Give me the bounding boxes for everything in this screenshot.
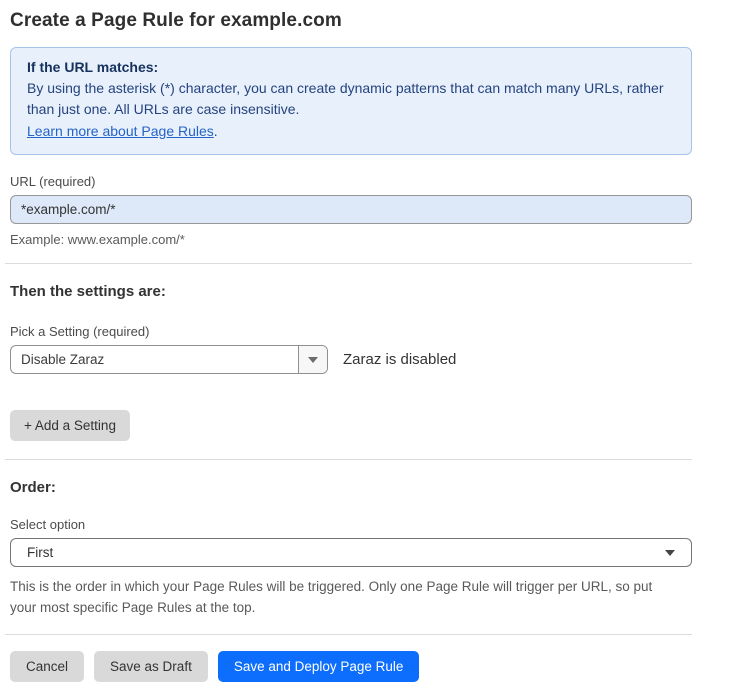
setting-dropdown-value: Disable Zaraz — [11, 346, 298, 373]
learn-more-link[interactable]: Learn more about Page Rules — [27, 123, 214, 139]
order-select-value: First — [27, 545, 53, 560]
order-helper-text: This is the order in which your Page Rul… — [10, 576, 680, 618]
divider — [5, 263, 692, 264]
order-select[interactable]: First — [10, 538, 692, 567]
caret-down-icon — [308, 357, 318, 363]
info-box-link-line: Learn more about Page Rules. — [27, 121, 675, 142]
info-box-body: By using the asterisk (*) character, you… — [27, 78, 675, 120]
page-rule-form: Create a Page Rule for example.com If th… — [10, 10, 692, 682]
setting-picker-label: Pick a Setting (required) — [10, 324, 692, 339]
setting-dropdown[interactable]: Disable Zaraz — [10, 345, 328, 374]
caret-down-icon — [665, 550, 675, 556]
cancel-button[interactable]: Cancel — [10, 651, 84, 682]
url-field-label: URL (required) — [10, 174, 692, 189]
form-actions: Cancel Save as Draft Save and Deploy Pag… — [10, 651, 692, 682]
order-section-heading: Order: — [10, 479, 692, 496]
info-box-heading: If the URL matches: — [27, 59, 675, 75]
save-draft-button[interactable]: Save as Draft — [94, 651, 208, 682]
url-match-info-box: If the URL matches: By using the asteris… — [10, 47, 692, 155]
setting-status-text: Zaraz is disabled — [343, 351, 456, 368]
divider — [5, 634, 692, 635]
setting-row: Disable Zaraz Zaraz is disabled — [10, 345, 692, 374]
order-select-label: Select option — [10, 517, 692, 532]
save-deploy-button[interactable]: Save and Deploy Page Rule — [218, 651, 420, 682]
url-input[interactable] — [10, 195, 692, 224]
settings-section-heading: Then the settings are: — [10, 283, 692, 300]
divider — [5, 459, 692, 460]
url-example-helper: Example: www.example.com/* — [10, 232, 692, 247]
setting-dropdown-arrow-button[interactable] — [298, 346, 327, 373]
add-setting-button[interactable]: + Add a Setting — [10, 410, 130, 441]
page-title: Create a Page Rule for example.com — [10, 10, 692, 32]
link-suffix: . — [214, 123, 218, 139]
